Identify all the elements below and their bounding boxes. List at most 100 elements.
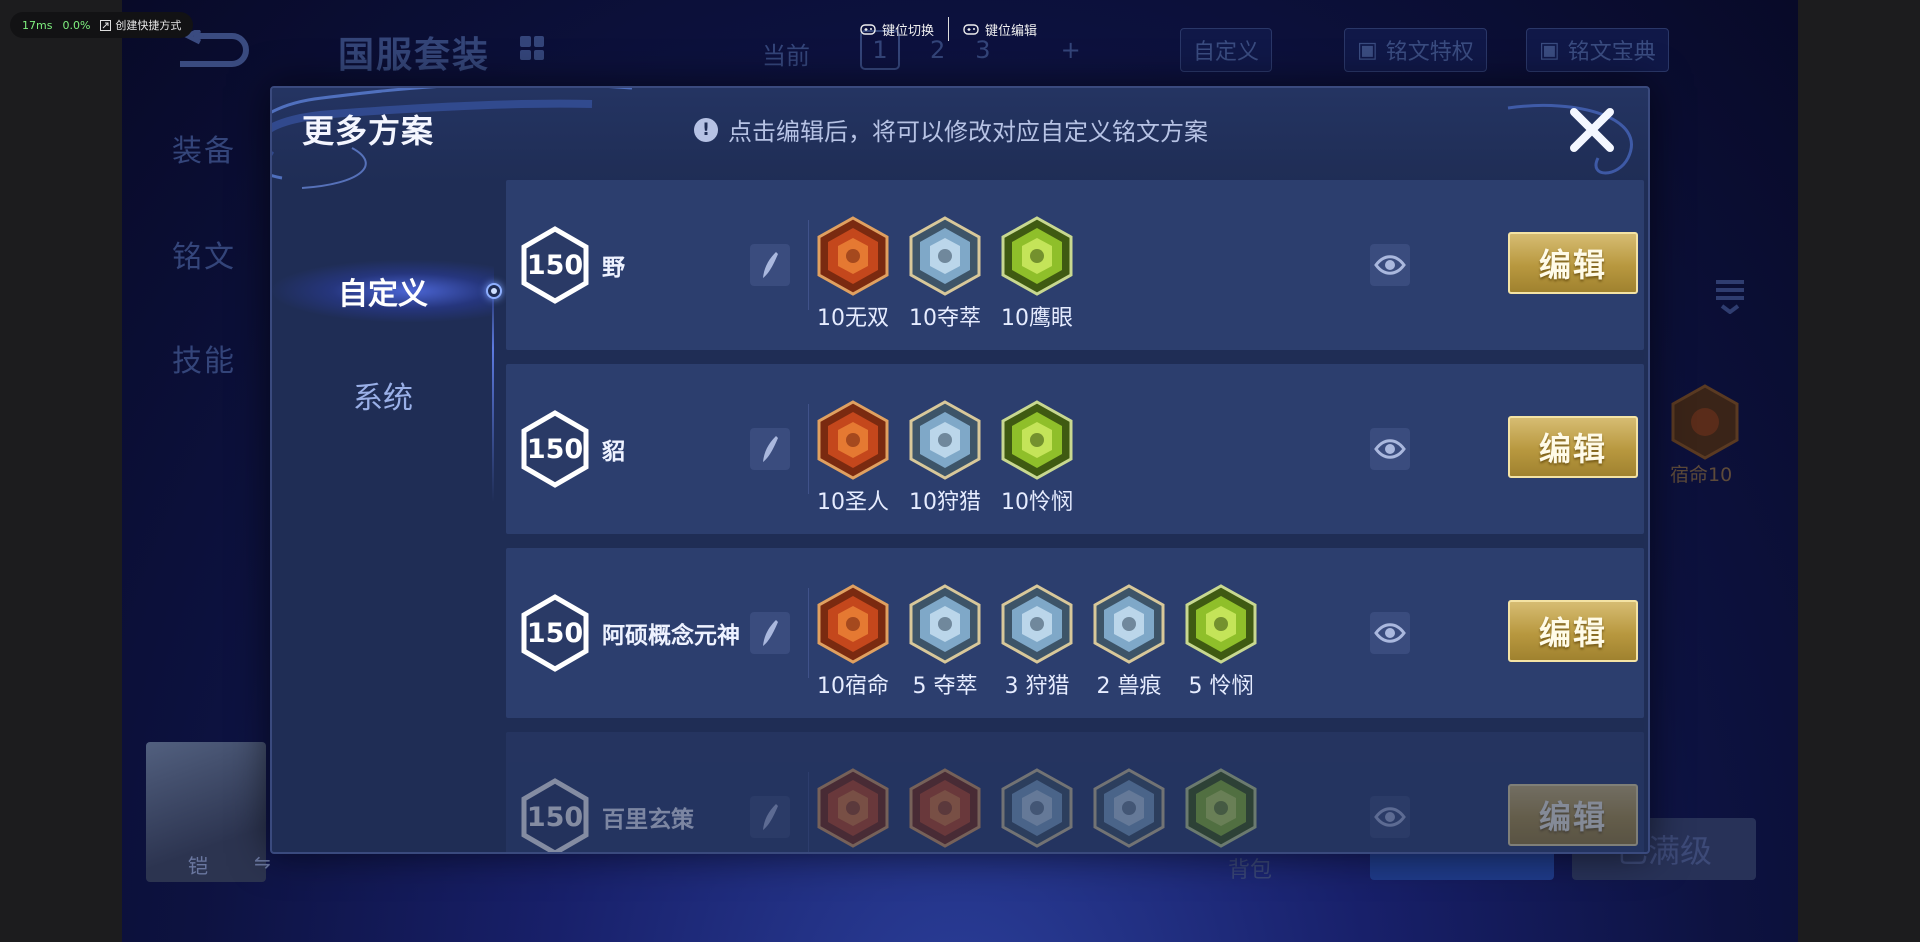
rune-label: 10无双 (817, 306, 889, 331)
edit-notice-text: 点击编辑后，将可以修改对应自定义铭文方案 (728, 118, 1208, 146)
rune-slot (1000, 768, 1074, 852)
scheme-row[interactable]: 150 百里玄策 编辑 (506, 732, 1644, 852)
rune-slot: 10圣人 (816, 400, 890, 516)
tab-system[interactable]: 系统 (272, 364, 494, 426)
bag-label[interactable]: 背包 (1228, 852, 1272, 884)
scheme-list[interactable]: 150 野 10无双 10夺萃 10鹰眼 编辑 150 貂 10圣人 10狩猎 10怜悯 编辑 150 阿… (506, 180, 1644, 852)
edit-button[interactable]: 编辑 (1508, 416, 1638, 478)
scheme-level: 150 (526, 801, 584, 833)
rune-slot: 3 狩猎 (1000, 584, 1074, 700)
side-rune-label: 宿命10 (1670, 464, 1733, 486)
add-page-button[interactable]: + (1061, 36, 1081, 64)
rune-slot (1184, 768, 1258, 852)
rename-button[interactable] (750, 612, 790, 654)
key-edit-button[interactable]: 键位编辑 (963, 20, 1037, 39)
privilege-label: 铭文特权 (1385, 40, 1474, 65)
preview-button[interactable] (1370, 428, 1410, 470)
shoulie-rune-icon (1000, 584, 1074, 664)
scheme-level: 150 (526, 617, 584, 649)
latency-readout: 17ms (22, 18, 53, 32)
scheme-name: 百里玄策 (602, 807, 694, 833)
yingyan-rune-icon (1000, 216, 1074, 296)
rune-codex-tab[interactable]: ▣ 铭文宝典 (1526, 28, 1669, 72)
rune-slot: 5 怜悯 (1184, 584, 1258, 700)
custom-tab[interactable]: 自定义 (1180, 28, 1273, 72)
rune-label: 10狩猎 (909, 490, 981, 515)
scheme-name: 阿硕概念元神 (602, 623, 740, 649)
nav-skills[interactable]: 技能 (172, 336, 236, 380)
performance-overlay: 17ms 0.0% 创建快捷方式 (10, 12, 194, 38)
edit-button[interactable]: 编辑 (1508, 232, 1638, 294)
rune-slot: 2 兽痕 (1092, 584, 1166, 700)
key-mapping-bar: 键位切换 键位编辑 (860, 14, 1037, 44)
blue-rune-icon (1092, 768, 1166, 848)
edit-notice: ! 点击编辑后，将可以修改对应自定义铭文方案 (694, 112, 1208, 147)
wushuang-rune-icon (816, 216, 890, 296)
codex-icon: ▣ (1539, 37, 1560, 63)
scheme-name: 野 (602, 255, 625, 281)
duocui-rune-icon (908, 216, 982, 296)
eye-icon (1374, 623, 1406, 643)
rename-button[interactable] (750, 244, 790, 286)
rune-label: 10宿命 (817, 674, 889, 699)
layers-icon[interactable] (1712, 274, 1748, 314)
eye-icon (1374, 807, 1406, 827)
shortcut-icon (100, 19, 112, 31)
scheme-level: 150 (526, 249, 584, 281)
preview-button[interactable] (1370, 612, 1410, 654)
preview-button[interactable] (1370, 244, 1410, 286)
scheme-row[interactable]: 150 貂 10圣人 10狩猎 10怜悯 编辑 (506, 364, 1644, 534)
rune-label: 2 兽痕 (1096, 674, 1162, 699)
shengren-rune-icon (816, 400, 890, 480)
create-shortcut-label: 创建快捷方式 (115, 19, 182, 32)
rune-slot: 10夺萃 (908, 216, 982, 332)
rune-label: 10圣人 (817, 490, 889, 515)
red-rune-icon (908, 768, 982, 848)
nav-equipment[interactable]: 装备 (172, 126, 236, 170)
green-rune-icon (1184, 768, 1258, 848)
rune-privilege-tab[interactable]: ▣ 铭文特权 (1344, 28, 1487, 72)
scheme-row[interactable]: 150 野 10无双 10夺萃 10鹰眼 编辑 (506, 180, 1644, 350)
create-shortcut-button[interactable]: 创建快捷方式 (100, 17, 181, 33)
rename-button[interactable] (750, 796, 790, 838)
preview-button[interactable] (1370, 796, 1410, 838)
rename-button[interactable] (750, 428, 790, 470)
rune-label: 5 夺萃 (912, 674, 978, 699)
current-label: 当前 (762, 42, 810, 70)
switch-hero-icon[interactable]: ⇋ (254, 850, 271, 874)
row-divider (808, 772, 809, 852)
row-divider (808, 588, 809, 678)
brush-icon (763, 804, 778, 830)
rune-label: 10夺萃 (909, 306, 981, 331)
suit-title: 国服套装 (338, 35, 491, 76)
rune-slot (816, 768, 890, 852)
hero-name: 铠 (188, 854, 208, 878)
tab-custom-label: 自定义 (338, 277, 428, 312)
shoulie-rune-icon (908, 400, 982, 480)
edit-button[interactable]: 编辑 (1508, 784, 1638, 846)
info-icon: ! (694, 117, 718, 142)
scheme-level: 150 (526, 433, 584, 465)
key-switch-button[interactable]: 键位切换 (860, 20, 934, 39)
key-edit-label: 键位编辑 (985, 23, 1038, 39)
nav-runes[interactable]: 铭文 (172, 232, 236, 276)
rune-label: 5 怜悯 (1188, 674, 1254, 699)
rune-slot (1092, 768, 1166, 852)
brush-icon (763, 620, 778, 646)
close-icon[interactable] (1562, 100, 1622, 160)
scheme-row[interactable]: 150 阿硕概念元神 10宿命 5 夺萃 3 狩猎 2 兽痕 5 怜悯 编辑 (506, 548, 1644, 718)
rune-slot: 10无双 (816, 216, 890, 332)
key-switch-label: 键位切换 (882, 23, 935, 39)
edit-button[interactable]: 编辑 (1508, 600, 1638, 662)
gamepad-icon (860, 24, 876, 35)
rune-slot: 10怜悯 (1000, 400, 1074, 516)
rune-slot (908, 768, 982, 852)
row-divider (808, 220, 809, 310)
tab-custom[interactable]: 自定义 (272, 260, 502, 322)
rune-slot: 5 夺萃 (908, 584, 982, 700)
brush-icon (763, 252, 778, 278)
blue-rune-icon (1000, 768, 1074, 848)
grid-icon[interactable] (520, 36, 544, 60)
red-rune-icon (816, 768, 890, 848)
keybar-divider (948, 17, 950, 41)
